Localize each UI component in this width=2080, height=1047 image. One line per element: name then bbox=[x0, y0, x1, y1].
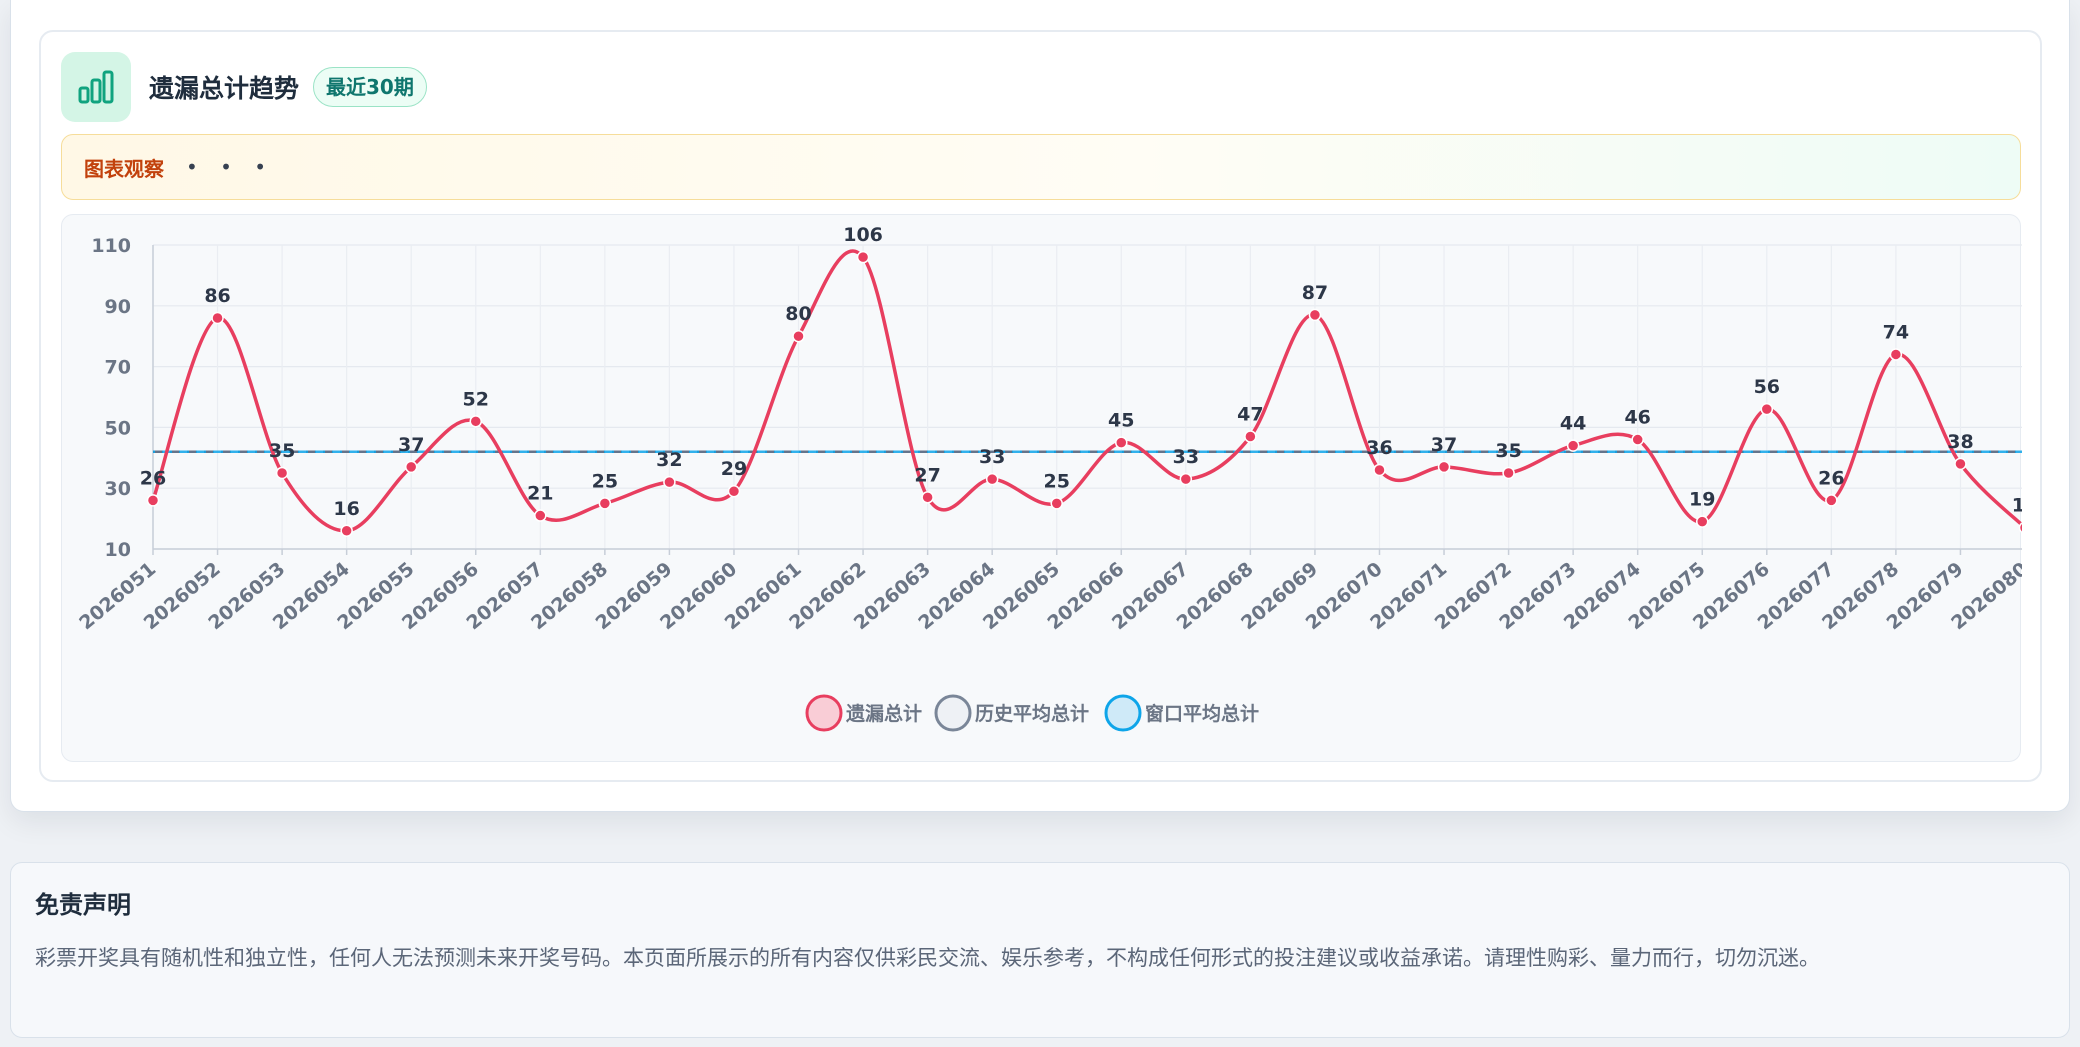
data-label: 80 bbox=[785, 303, 811, 325]
chart-header: 遗漏总计趋势 最近30期 bbox=[61, 52, 427, 122]
chart-observation-bar[interactable]: 图表观察 • • • bbox=[61, 134, 2021, 200]
omission-total-line bbox=[151, 249, 2022, 533]
bar-chart-icon bbox=[61, 52, 131, 122]
data-point bbox=[340, 524, 353, 538]
data-point bbox=[1050, 497, 1063, 510]
data-point bbox=[856, 250, 870, 264]
y-tick-label: 50 bbox=[105, 417, 131, 439]
chart-title: 遗漏总计趋势 bbox=[149, 74, 300, 103]
data-label: 25 bbox=[592, 470, 618, 492]
legend-swatch bbox=[934, 694, 972, 732]
data-point bbox=[211, 311, 224, 325]
data-point bbox=[1760, 402, 1774, 416]
data-point bbox=[727, 484, 741, 498]
data-label: 37 bbox=[398, 434, 424, 456]
data-label: 74 bbox=[1883, 321, 1909, 343]
data-label: 38 bbox=[1947, 431, 1973, 453]
data-point bbox=[469, 415, 483, 428]
data-point bbox=[985, 472, 999, 486]
disclaimer-title: 免责声明 bbox=[35, 891, 131, 919]
disclaimer-panel: 免责声明 彩票开奖具有随机性和独立性，任何人无法预测未来开奖号码。本页面所展示的… bbox=[10, 862, 2070, 1038]
data-label: 45 bbox=[1108, 410, 1134, 432]
data-point bbox=[598, 497, 612, 510]
data-label: 86 bbox=[204, 285, 230, 307]
data-label: 35 bbox=[1495, 440, 1521, 462]
data-point bbox=[146, 494, 160, 507]
data-point bbox=[1308, 308, 1322, 322]
observation-label: 图表观察 bbox=[84, 156, 164, 181]
period-badge: 最近30期 bbox=[313, 67, 427, 107]
data-point bbox=[1889, 348, 1903, 361]
data-label: 46 bbox=[1624, 407, 1650, 429]
y-tick-label: 30 bbox=[105, 478, 131, 500]
y-tick-label: 90 bbox=[105, 296, 131, 318]
data-point bbox=[1954, 457, 1967, 471]
y-tick-label: 110 bbox=[91, 235, 131, 257]
data-point bbox=[1825, 494, 1838, 507]
data-label: 32 bbox=[656, 449, 682, 471]
y-tick-label: 70 bbox=[105, 357, 131, 379]
data-label: 29 bbox=[721, 458, 747, 480]
data-label: 37 bbox=[1431, 434, 1457, 456]
data-label: 21 bbox=[527, 483, 553, 505]
data-label: 26 bbox=[1818, 467, 1844, 489]
legend-label: 遗漏总计 bbox=[845, 702, 922, 725]
data-point bbox=[1244, 430, 1257, 443]
trend-panel: 遗漏总计趋势 最近30期 图表观察 • • • 10 30 50 70 90 110 202… bbox=[10, 0, 2070, 812]
data-label: 19 bbox=[1689, 489, 1715, 511]
data-point bbox=[663, 475, 676, 489]
data-point bbox=[1179, 472, 1193, 486]
data-point bbox=[1373, 463, 1386, 477]
data-point bbox=[921, 491, 934, 504]
data-label: 25 bbox=[1043, 470, 1069, 492]
data-point bbox=[1695, 515, 1709, 528]
data-point bbox=[1115, 436, 1128, 449]
data-point bbox=[404, 460, 418, 474]
data-label: 27 bbox=[914, 464, 940, 486]
data-point bbox=[792, 329, 805, 343]
more-dots-icon: • • • bbox=[186, 155, 275, 179]
legend-swatch bbox=[1104, 694, 1142, 732]
data-point bbox=[275, 466, 289, 480]
data-point bbox=[1566, 439, 1580, 452]
data-label: 26 bbox=[140, 467, 166, 489]
data-label: 17 bbox=[2012, 495, 2022, 517]
data-point bbox=[1502, 466, 1515, 480]
data-label: 106 bbox=[843, 224, 883, 246]
y-tick-label: 10 bbox=[105, 539, 131, 561]
disclaimer-text: 彩票开奖具有随机性和独立性，任何人无法预测未来开奖号码。本页面所展示的所有内容仅… bbox=[35, 946, 1820, 970]
legend-label: 历史平均总计 bbox=[975, 702, 1089, 725]
data-label: 52 bbox=[463, 388, 489, 410]
line-chart: 1030507090110202605120260522026053202605… bbox=[75, 224, 2022, 732]
data-label: 36 bbox=[1366, 437, 1392, 459]
chart-card: 遗漏总计趋势 最近30期 图表观察 • • • 10 30 50 70 90 110 202… bbox=[39, 30, 2042, 782]
data-label: 56 bbox=[1754, 376, 1780, 398]
data-label: 87 bbox=[1302, 282, 1328, 304]
chart-area: 10 30 50 70 90 110 2026051 2026052 2026053 202605… bbox=[61, 214, 2022, 762]
data-label: 35 bbox=[269, 440, 295, 462]
data-label: 33 bbox=[979, 446, 1005, 468]
data-label: 44 bbox=[1560, 413, 1586, 435]
legend-swatch bbox=[805, 694, 843, 732]
data-point bbox=[1437, 460, 1451, 474]
data-label: 16 bbox=[333, 498, 359, 520]
legend-label: 窗口平均总计 bbox=[1145, 702, 1259, 725]
data-label: 47 bbox=[1237, 404, 1263, 426]
data-point bbox=[534, 509, 547, 522]
data-point bbox=[1631, 433, 1644, 446]
data-label: 33 bbox=[1173, 446, 1199, 468]
